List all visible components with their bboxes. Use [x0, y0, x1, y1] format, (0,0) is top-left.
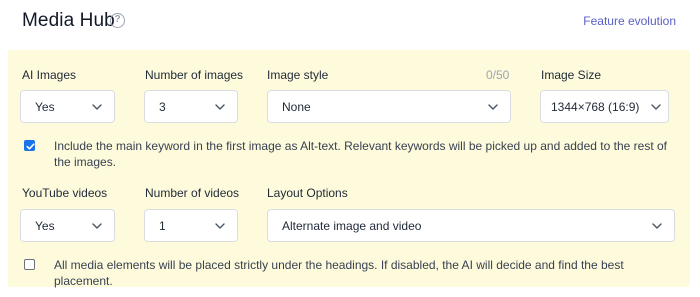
chevron-down-icon: [214, 101, 226, 113]
number-of-images-value: 3: [159, 100, 166, 114]
page-title: Media Hub: [22, 10, 115, 31]
image-size-label: Image Size: [541, 68, 602, 82]
placement-option-text: All media elements will be placed strict…: [54, 258, 624, 288]
alt-text-option-text: Include the main keyword in the first im…: [54, 139, 667, 169]
chevron-down-icon: [91, 101, 103, 113]
image-style-value: None: [282, 100, 311, 114]
youtube-videos-select[interactable]: Yes: [20, 209, 115, 242]
ai-images-value: Yes: [35, 100, 55, 114]
image-style-label: Image style: [267, 68, 329, 82]
layout-options-label: Layout Options: [267, 186, 348, 200]
number-of-images-label: Number of images: [145, 68, 244, 82]
layout-options-select[interactable]: Alternate image and video: [267, 209, 675, 242]
chevron-down-icon: [487, 101, 499, 113]
image-style-counter: 0/50: [486, 68, 510, 82]
image-style-select[interactable]: None: [267, 90, 511, 123]
ai-images-select[interactable]: Yes: [20, 90, 115, 123]
question-circle-icon[interactable]: ?: [110, 13, 125, 28]
chevron-down-icon: [91, 220, 103, 232]
feature-evolution-link[interactable]: Feature evolution: [583, 14, 676, 28]
image-size-value: 1344×768 (16:9): [551, 100, 640, 114]
number-of-videos-select[interactable]: 1: [144, 209, 238, 242]
alt-text-checkbox[interactable]: [24, 140, 35, 151]
ai-images-label: AI Images: [22, 68, 77, 82]
media-settings-panel: AI Images Number of images Image style 0…: [8, 50, 690, 288]
placement-checkbox[interactable]: [24, 259, 35, 270]
layout-options-value: Alternate image and video: [282, 219, 422, 233]
youtube-videos-value: Yes: [35, 219, 55, 233]
chevron-down-icon: [650, 101, 662, 113]
chevron-down-icon: [214, 220, 226, 232]
youtube-videos-label: YouTube videos: [22, 186, 108, 200]
number-of-videos-value: 1: [159, 219, 166, 233]
chevron-down-icon: [651, 220, 663, 232]
checkmark-icon: [26, 143, 35, 150]
image-size-select[interactable]: 1344×768 (16:9): [540, 90, 669, 123]
number-of-images-select[interactable]: 3: [144, 90, 238, 123]
number-of-videos-label: Number of videos: [145, 186, 240, 200]
media-hub-header: Media Hub ? Feature evolution: [0, 0, 700, 42]
